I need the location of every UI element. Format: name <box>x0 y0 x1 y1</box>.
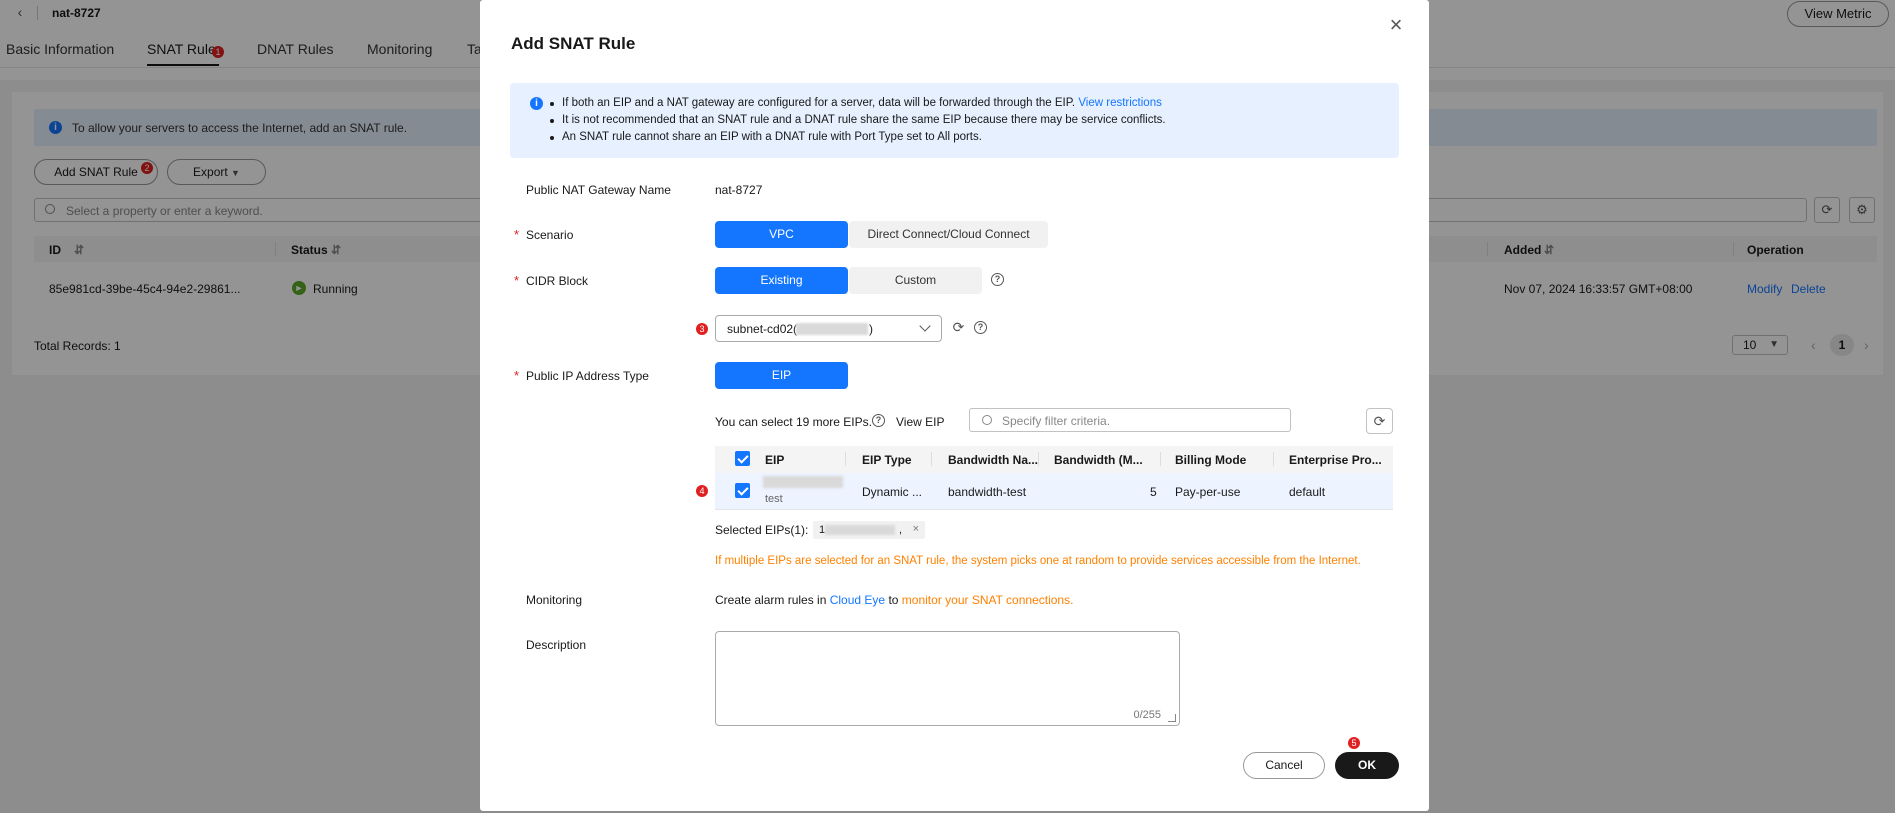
step-badge-4: 4 <box>696 485 708 497</box>
notice-item: If both an EIP and a NAT gateway are con… <box>550 95 1166 112</box>
chevron-down-icon <box>919 320 931 332</box>
redacted-text <box>825 525 895 535</box>
remove-tag-icon[interactable]: × <box>913 523 919 535</box>
select-all-checkbox[interactable] <box>735 451 750 466</box>
cidr-existing-option[interactable]: Existing <box>715 267 848 294</box>
column-divider <box>1160 452 1161 466</box>
subnet-value: subnet-cd02( <box>727 322 798 336</box>
eip-name: test <box>765 493 783 505</box>
table-row[interactable]: 4 test Dynamic ... bandwidth-test 5 Pay-… <box>696 473 1393 510</box>
monitoring-text: Create alarm rules in Cloud Eye to monit… <box>715 593 1073 607</box>
billing-mode: Pay-per-use <box>1175 485 1241 499</box>
redacted-eip-address <box>763 476 843 488</box>
scenario-vpc-option[interactable]: VPC <box>715 221 848 248</box>
scenario-label: Scenario <box>526 228 574 242</box>
cancel-button[interactable]: Cancel <box>1243 752 1325 779</box>
info-icon: i <box>530 97 543 110</box>
subnet-value-end: ) <box>869 322 873 336</box>
view-restrictions-link[interactable]: View restrictions <box>1078 97 1162 109</box>
monitoring-prefix: Create alarm rules in <box>715 593 827 607</box>
tag-text-end: , <box>899 524 903 536</box>
required-mark: * <box>514 273 520 288</box>
gateway-name-label: Public NAT Gateway Name <box>526 183 671 197</box>
bandwidth-name: bandwidth-test <box>948 485 1027 499</box>
subnet-select[interactable]: subnet-cd02( ) <box>715 315 942 342</box>
notice-item: It is not recommended that an SNAT rule … <box>550 112 1166 129</box>
eip-filter-input[interactable]: Specify filter criteria. <box>969 408 1291 432</box>
notice-item: An SNAT rule cannot share an EIP with a … <box>550 129 1166 146</box>
row-checkbox[interactable] <box>735 483 750 498</box>
monitor-snat-link[interactable]: monitor your SNAT connections. <box>902 593 1074 607</box>
add-snat-rule-dialog: Add SNAT Rule × i If both an EIP and a N… <box>480 0 1429 811</box>
eip-refresh-button[interactable]: ⟳ <box>1366 408 1393 434</box>
scenario-direct-connect-option[interactable]: Direct Connect/Cloud Connect <box>849 221 1048 248</box>
monitoring-label: Monitoring <box>526 593 583 607</box>
help-icon[interactable]: ? <box>991 273 1004 286</box>
description-textarea[interactable]: 0/255 <box>715 631 1180 726</box>
notice-text: If both an EIP and a NAT gateway are con… <box>562 97 1076 109</box>
view-eip-link[interactable]: View EIP <box>896 415 944 429</box>
step-badge-5: 5 <box>1348 737 1360 749</box>
help-icon[interactable]: ? <box>872 414 885 427</box>
cloud-eye-link[interactable]: Cloud Eye <box>830 593 885 607</box>
column-enterprise-project: Enterprise Pro... <box>1289 453 1382 467</box>
refresh-icon[interactable]: ⟳ <box>951 320 966 335</box>
resize-handle-icon[interactable] <box>1168 714 1176 722</box>
help-icon[interactable]: ? <box>974 321 987 334</box>
refresh-icon: ⟳ <box>1373 413 1386 429</box>
monitoring-to: to <box>888 593 899 607</box>
ok-button[interactable]: OK <box>1335 752 1399 779</box>
step-badge-3: 3 <box>696 323 708 335</box>
bandwidth-size: 5 <box>1150 485 1157 499</box>
enterprise-project: default <box>1289 485 1326 499</box>
column-eip-type: EIP Type <box>862 453 912 467</box>
column-divider <box>1273 452 1274 466</box>
notice-box: i If both an EIP and a NAT gateway are c… <box>510 83 1399 158</box>
column-divider <box>1038 452 1039 466</box>
eip-quota-text: You can select 19 more EIPs. <box>715 415 872 429</box>
ip-type-eip-option[interactable]: EIP <box>715 362 848 389</box>
selected-eips-label: Selected EIPs(1): <box>715 523 809 537</box>
column-billing-mode: Billing Mode <box>1175 453 1247 467</box>
eip-table: EIP EIP Type Bandwidth Na... Bandwidth (… <box>696 446 1393 512</box>
public-ip-type-label: Public IP Address Type <box>526 369 649 383</box>
char-counter: 0/255 <box>1133 709 1161 721</box>
search-icon <box>982 415 992 425</box>
column-eip: EIP <box>765 453 785 467</box>
eip-type: Dynamic ... <box>862 485 923 499</box>
filter-placeholder: Specify filter criteria. <box>1002 414 1111 428</box>
cidr-custom-option[interactable]: Custom <box>849 267 982 294</box>
description-label: Description <box>526 638 587 652</box>
multiple-eip-warning: If multiple EIPs are selected for an SNA… <box>715 555 1361 567</box>
column-divider <box>931 452 932 466</box>
selected-eip-tag: 1 , × <box>813 521 925 539</box>
column-bandwidth-name: Bandwidth Na... <box>948 453 1038 467</box>
eip-table-header: EIP EIP Type Bandwidth Na... Bandwidth (… <box>715 446 1393 473</box>
column-divider <box>845 452 846 466</box>
dialog-title: Add SNAT Rule <box>511 34 636 53</box>
gateway-name-value: nat-8727 <box>715 183 763 197</box>
required-mark: * <box>514 227 520 242</box>
required-mark: * <box>514 368 520 383</box>
cidr-block-label: CIDR Block <box>526 274 589 288</box>
column-bandwidth: Bandwidth (M... <box>1054 453 1143 467</box>
redacted-text <box>796 323 868 335</box>
close-icon[interactable]: × <box>1385 14 1407 36</box>
